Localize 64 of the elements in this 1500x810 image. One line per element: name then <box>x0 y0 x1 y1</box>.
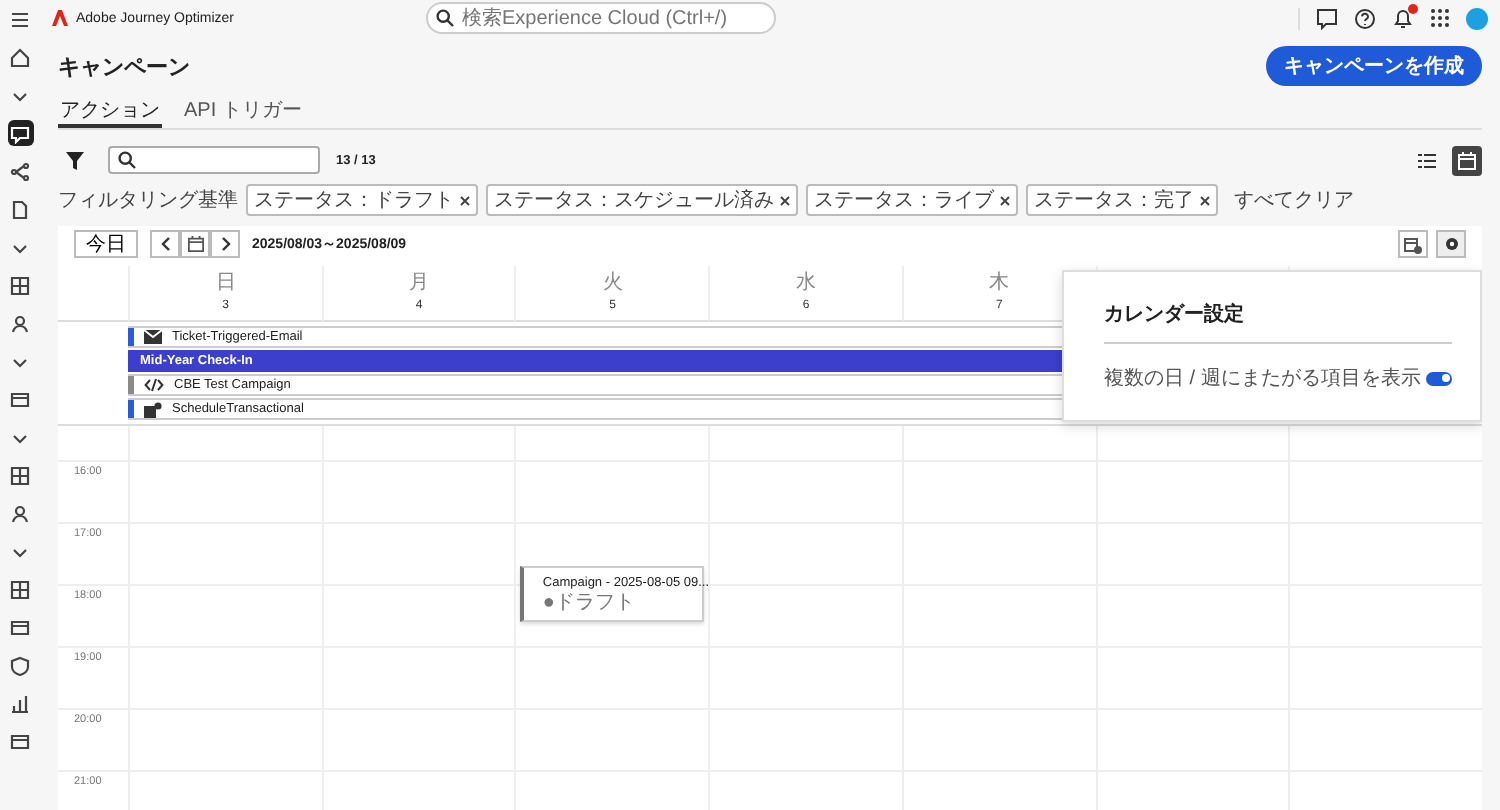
calendar-icon <box>1458 151 1476 169</box>
filter-label: フィルタリング基準 <box>58 187 238 214</box>
envelope-icon <box>144 330 162 344</box>
list-icon <box>1418 151 1436 169</box>
nav-icon[interactable] <box>7 120 33 146</box>
tag-label: ステータス：スケジュール済み <box>494 187 774 214</box>
filter-tag[interactable]: ステータス：ライブ <box>806 184 1018 216</box>
nav-icon[interactable] <box>7 462 33 488</box>
calendar-settings-icon <box>1404 235 1422 253</box>
tab[interactable]: アクション <box>58 96 162 128</box>
tag-label: ステータス：ドラフト <box>254 188 454 214</box>
nav-icon[interactable] <box>7 44 33 70</box>
tag-label: ステータス：完了 <box>1034 187 1194 214</box>
help-icon[interactable] <box>1354 7 1376 29</box>
toggle-switch[interactable] <box>1426 371 1452 385</box>
filter-tag[interactable]: ステータス：ドラフト <box>246 184 478 216</box>
nav-icon[interactable] <box>7 576 33 602</box>
feedback-icon[interactable] <box>1316 7 1338 29</box>
filter-tag[interactable]: ステータス：完了 <box>1026 184 1218 216</box>
nav-icon[interactable] <box>7 652 33 678</box>
logo-icon <box>52 10 68 26</box>
nav-icon[interactable] <box>7 310 33 336</box>
today-button[interactable]: 今日 <box>74 230 138 258</box>
clear-all-link[interactable]: すべてクリア <box>1226 186 1362 214</box>
apps-grid-icon[interactable] <box>1430 8 1450 28</box>
calendar-icon <box>187 236 203 252</box>
gear-icon <box>1443 236 1459 252</box>
chevron-left-icon <box>159 236 171 252</box>
create-campaign-button[interactable]: キャンペーンを作成 <box>1266 46 1482 86</box>
calendar-options-button[interactable] <box>1398 230 1428 258</box>
page-title: キャンペーン <box>58 53 190 81</box>
close-icon[interactable] <box>460 195 470 205</box>
nav-icon[interactable] <box>7 272 33 298</box>
nav-icon[interactable] <box>7 690 33 716</box>
close-icon[interactable] <box>1000 195 1010 205</box>
global-search-field[interactable]: 検索Experience Cloud (Ctrl+/) <box>426 2 776 34</box>
weekday-label: 水 <box>795 274 816 294</box>
search-icon <box>118 151 136 169</box>
weekday-label: 木 <box>989 274 1010 294</box>
close-icon[interactable] <box>1200 195 1210 205</box>
weekday-label: 火 <box>602 274 623 294</box>
tag-label: ステータス：ライブ <box>814 187 994 214</box>
filter-tag[interactable]: ステータス：スケジュール済み <box>486 184 798 216</box>
nav-icon[interactable] <box>7 158 33 184</box>
calendar-view-button[interactable] <box>1452 145 1482 175</box>
weekday-label: 日 <box>215 274 236 294</box>
nav-icon[interactable] <box>7 500 33 526</box>
search-icon <box>436 9 454 27</box>
search-field[interactable] <box>108 146 320 174</box>
next-button[interactable] <box>210 230 240 258</box>
settings-button[interactable] <box>1436 230 1466 258</box>
avatar[interactable] <box>1466 7 1488 29</box>
notifications-icon[interactable] <box>1392 7 1414 29</box>
close-icon[interactable] <box>780 195 790 205</box>
weekday-label: 月 <box>409 274 430 294</box>
popover-title: カレンダー設定 <box>1104 300 1452 344</box>
filter-icon[interactable] <box>66 151 84 169</box>
code-icon <box>144 378 164 392</box>
nav-icon[interactable] <box>7 196 33 222</box>
date-picker-button[interactable] <box>180 230 210 258</box>
tab[interactable]: API トリガー <box>182 96 304 128</box>
chevron-right-icon <box>219 236 231 252</box>
previous-button[interactable] <box>150 230 180 258</box>
event-status: ●ドラフト <box>542 593 637 613</box>
